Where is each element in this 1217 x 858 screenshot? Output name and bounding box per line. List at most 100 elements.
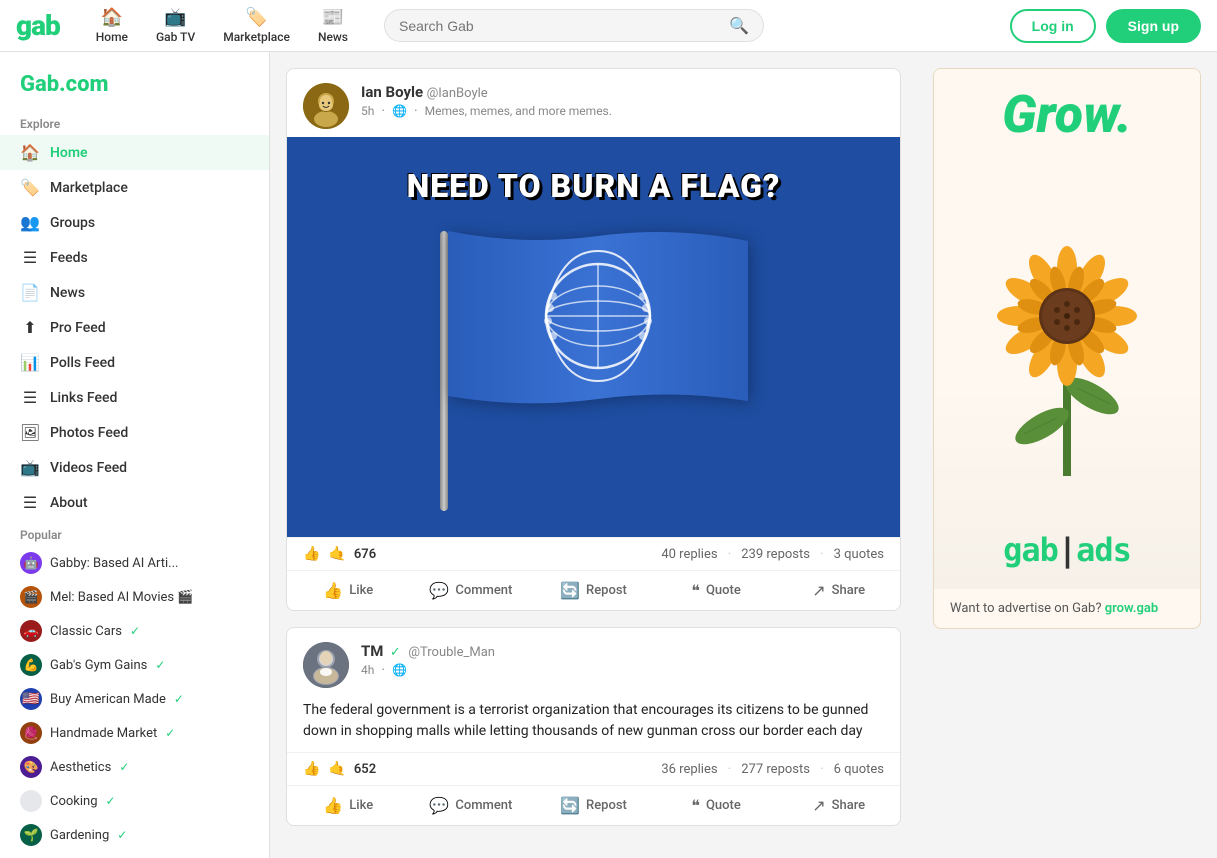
groups-icon: 👥 xyxy=(20,213,40,232)
post-image-1: NEED TO BURN A FLAG? xyxy=(287,137,900,537)
nav-home[interactable]: 🏠 Home xyxy=(84,3,140,48)
buyamerican-verified: ✓ xyxy=(174,692,184,706)
post-avatar-1[interactable] xyxy=(303,83,349,129)
username-text-1[interactable]: Ian Boyle xyxy=(361,83,423,101)
right-sidebar: Grow. xyxy=(917,52,1217,858)
sidebar-item-cooking[interactable]: Cooking ✓ xyxy=(0,784,269,818)
login-button[interactable]: Log in xyxy=(1010,9,1096,43)
post-quotes-2[interactable]: 6 quotes xyxy=(834,762,884,777)
popular-section-label: Popular xyxy=(0,520,269,546)
sidebar-item-gabby[interactable]: 🤖 Gabby: Based AI Arti... xyxy=(0,546,269,580)
aesthetics-verified: ✓ xyxy=(119,760,129,774)
sidebar-item-news[interactable]: 📄 News xyxy=(0,275,269,310)
ad-image-area: Grow. xyxy=(934,69,1200,589)
repost-icon-2: 🔄 xyxy=(560,796,580,815)
ad-footer-link[interactable]: grow.gab xyxy=(1105,601,1158,616)
sidebar-item-about[interactable]: ☰ About xyxy=(0,485,269,520)
sidebar-item-photosfeed[interactable]: 🖼 Photos Feed xyxy=(0,415,269,450)
sidebar-item-classiccars[interactable]: 🚗 Classic Cars ✓ xyxy=(0,614,269,648)
comment-icon-2: 💬 xyxy=(429,796,449,815)
news-icon: 📄 xyxy=(20,283,40,302)
sidebar-item-home[interactable]: 🏠 Home xyxy=(0,135,269,170)
classiccars-avatar: 🚗 xyxy=(20,620,42,642)
sidebar-item-marketplace[interactable]: 🏷️ Marketplace xyxy=(0,170,269,205)
post-dot-2: · xyxy=(414,103,418,119)
ad-gablads-text[interactable]: gab|ads xyxy=(1003,531,1131,569)
home-icon: 🏠 xyxy=(20,143,40,162)
signup-button[interactable]: Sign up xyxy=(1106,9,1201,43)
sidebar-item-groups[interactable]: 👥 Groups xyxy=(0,205,269,240)
sidebar-item-mel[interactable]: 🎬 Mel: Based AI Movies 🎬 xyxy=(0,580,269,614)
share-action-1[interactable]: ↗ Share xyxy=(777,571,900,610)
quote-action-2[interactable]: ❝ Quote xyxy=(655,786,778,825)
mel-label: Mel: Based AI Movies 🎬 xyxy=(50,590,194,605)
comment-action-2[interactable]: 💬 Comment xyxy=(410,786,533,825)
sidebar-item-aesthetics[interactable]: 🎨 Aesthetics ✓ xyxy=(0,750,269,784)
like-icon-2: 👍 xyxy=(323,796,343,815)
repost-action-2[interactable]: 🔄 Repost xyxy=(532,786,655,825)
tv-icon: 📺 xyxy=(164,7,186,28)
nav-gabtv-label: Gab TV xyxy=(156,30,195,44)
photosfeed-icon: 🖼 xyxy=(20,423,40,442)
sidebar-news-label: News xyxy=(50,285,85,301)
sidebar-marketplace-label: Marketplace xyxy=(50,180,128,196)
sidebar-profeed-label: Pro Feed xyxy=(50,320,106,336)
share-icon-2: ↗ xyxy=(812,796,825,815)
sidebar-item-pollsfeed[interactable]: 📊 Polls Feed xyxy=(0,345,269,380)
repost-label-2: Repost xyxy=(586,798,627,813)
sidebar-item-handmade[interactable]: 🧶 Handmade Market ✓ xyxy=(0,716,269,750)
avatar-image-2 xyxy=(303,642,349,688)
sidebar-item-gymgains[interactable]: 💪 Gab's Gym Gains ✓ xyxy=(0,648,269,682)
post-reposts-2[interactable]: 277 reposts xyxy=(741,762,810,777)
ads-part: ads xyxy=(1076,531,1131,569)
un-flag-svg xyxy=(448,231,748,411)
sidebar-item-buyamerican[interactable]: 🇺🇸 Buy American Made ✓ xyxy=(0,682,269,716)
nav-news[interactable]: 📰 News xyxy=(306,3,360,48)
nav-gabtv[interactable]: 📺 Gab TV xyxy=(144,3,207,48)
sidebar-feeds-label: Feeds xyxy=(50,250,88,266)
pollsfeed-icon: 📊 xyxy=(20,353,40,372)
post-quotes-1[interactable]: 3 quotes xyxy=(834,547,884,562)
marketplace-icon: 🏷️ xyxy=(245,7,267,28)
main-layout: Gab.com Explore 🏠 Home 🏷️ Marketplace 👥 … xyxy=(0,52,1217,858)
buyamerican-avatar: 🇺🇸 xyxy=(20,688,42,710)
sidebar-item-linksfeed[interactable]: ☰ Links Feed xyxy=(0,380,269,415)
nav-news-label: News xyxy=(318,30,348,44)
post-replies-2[interactable]: 36 replies xyxy=(661,762,717,777)
post-avatar-2[interactable] xyxy=(303,642,349,688)
nav-marketplace[interactable]: 🏷️ Marketplace xyxy=(211,3,302,48)
topnav: gab 🏠 Home 📺 Gab TV 🏷️ Marketplace 📰 New… xyxy=(0,0,1217,52)
post-reaction-emoji-2: 🤙 xyxy=(328,761,345,777)
like-action-2[interactable]: 👍 Like xyxy=(287,786,410,825)
post-card-1: Ian Boyle @IanBoyle 5h · 🌐 · Memes, meme… xyxy=(286,68,901,611)
gab-part: gab xyxy=(1003,531,1058,569)
search-input[interactable] xyxy=(399,18,721,34)
mel-avatar: 🎬 xyxy=(20,586,42,608)
comment-action-1[interactable]: 💬 Comment xyxy=(410,571,533,610)
username-text-2[interactable]: TM xyxy=(361,642,383,660)
sidebar-item-videosfeed[interactable]: 📺 Videos Feed xyxy=(0,450,269,485)
post-reposts-1[interactable]: 239 reposts xyxy=(741,547,810,562)
sidebar-item-profeed[interactable]: ⬆ Pro Feed xyxy=(0,310,269,345)
sidebar-item-gardening[interactable]: 🌱 Gardening ✓ xyxy=(0,818,269,852)
post-text-2: The federal government is a terrorist or… xyxy=(287,696,900,752)
post-meta-1: Ian Boyle @IanBoyle 5h · 🌐 · Memes, meme… xyxy=(361,83,884,119)
sidebar-item-feeds[interactable]: ☰ Feeds xyxy=(0,240,269,275)
repost-action-1[interactable]: 🔄 Repost xyxy=(532,571,655,610)
classiccars-verified: ✓ xyxy=(130,624,140,638)
handle-text-2: @Trouble_Man xyxy=(408,645,495,660)
post-replies-1[interactable]: 40 replies xyxy=(661,547,717,562)
nav-items: 🏠 Home 📺 Gab TV 🏷️ Marketplace 📰 News xyxy=(84,3,360,48)
post-time-1: 5h xyxy=(361,104,374,118)
quote-action-1[interactable]: ❝ Quote xyxy=(655,571,778,610)
meme-bottom-text-1: MAKE IT THIS ONE. xyxy=(419,521,768,537)
gardening-verified: ✓ xyxy=(117,828,127,842)
sidebar: Gab.com Explore 🏠 Home 🏷️ Marketplace 👥 … xyxy=(0,52,270,858)
share-action-2[interactable]: ↗ Share xyxy=(777,786,900,825)
cooking-label: Cooking xyxy=(50,794,98,809)
sidebar-item-gabalart[interactable]: Gab Al Art ✓ xyxy=(0,852,269,858)
sidebar-photosfeed-label: Photos Feed xyxy=(50,425,128,441)
aesthetics-avatar: 🎨 xyxy=(20,756,42,778)
repost-icon-1: 🔄 xyxy=(560,581,580,600)
like-action-1[interactable]: 👍 Like xyxy=(287,571,410,610)
